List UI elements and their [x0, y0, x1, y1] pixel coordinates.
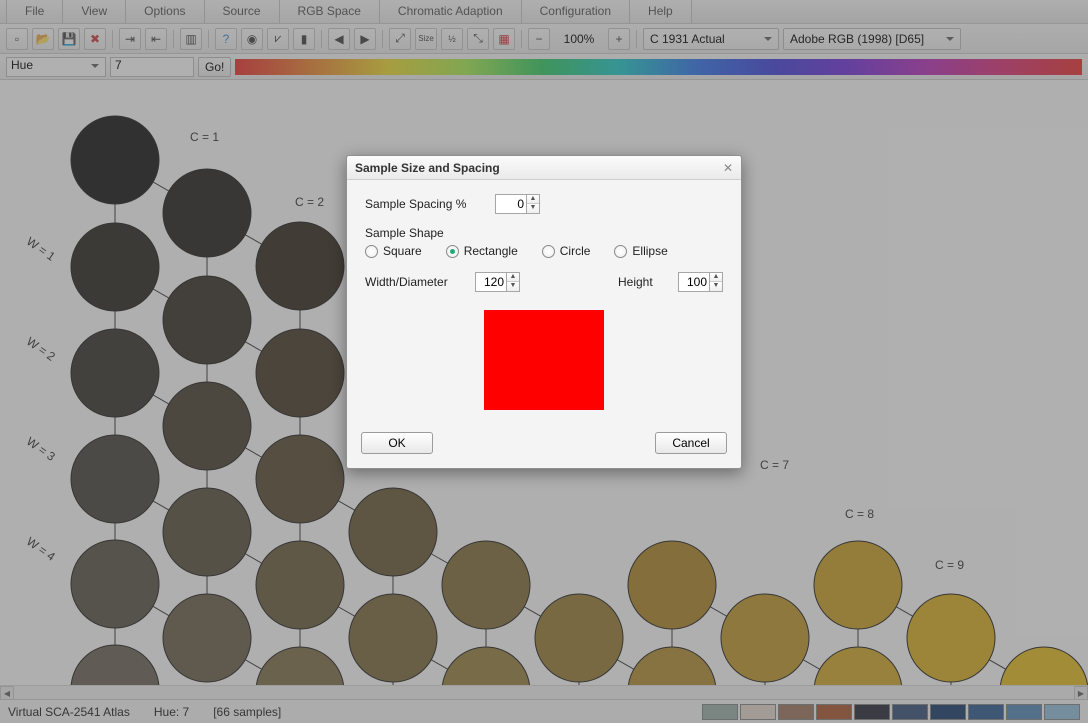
spacing-up-icon[interactable]: ▲	[527, 195, 539, 204]
height-input[interactable]	[679, 273, 709, 291]
height-up-icon[interactable]: ▲	[710, 273, 722, 282]
width-down-icon[interactable]: ▼	[507, 282, 519, 291]
ok-button[interactable]: OK	[361, 432, 433, 454]
spacing-input[interactable]	[496, 195, 526, 213]
spacing-down-icon[interactable]: ▼	[527, 204, 539, 213]
ok-button-label: OK	[388, 436, 405, 450]
shape-rectangle-radio[interactable]	[446, 245, 459, 258]
spacing-spinner[interactable]: ▲▼	[495, 194, 540, 214]
close-icon[interactable]: ✕	[723, 161, 733, 175]
sample-size-dialog: Sample Size and Spacing ✕ Sample Spacing…	[346, 155, 742, 469]
shape-rectangle-option[interactable]: Rectangle	[446, 244, 518, 258]
shape-circle-option[interactable]: Circle	[542, 244, 591, 258]
shape-square-option[interactable]: Square	[365, 244, 422, 258]
dialog-title: Sample Size and Spacing	[355, 161, 500, 175]
modal-overlay: Sample Size and Spacing ✕ Sample Spacing…	[0, 0, 1088, 723]
width-label: Width/Diameter	[365, 275, 465, 289]
shape-ellipse-option[interactable]: Ellipse	[614, 244, 667, 258]
shape-square-radio[interactable]	[365, 245, 378, 258]
cancel-button[interactable]: Cancel	[655, 432, 727, 454]
dialog-titlebar[interactable]: Sample Size and Spacing ✕	[347, 156, 741, 180]
height-down-icon[interactable]: ▼	[710, 282, 722, 291]
height-label: Height	[618, 275, 668, 289]
shape-rectangle-text: Rectangle	[464, 244, 518, 258]
shape-circle-radio[interactable]	[542, 245, 555, 258]
shape-circle-text: Circle	[560, 244, 591, 258]
width-spinner[interactable]: ▲▼	[475, 272, 520, 292]
cancel-button-label: Cancel	[672, 436, 709, 450]
shape-square-text: Square	[383, 244, 422, 258]
width-input[interactable]	[476, 273, 506, 291]
width-up-icon[interactable]: ▲	[507, 273, 519, 282]
sample-preview	[484, 310, 604, 410]
shape-ellipse-radio[interactable]	[614, 245, 627, 258]
spacing-label: Sample Spacing %	[365, 197, 485, 211]
shape-label: Sample Shape	[365, 226, 444, 240]
shape-ellipse-text: Ellipse	[632, 244, 667, 258]
height-spinner[interactable]: ▲▼	[678, 272, 723, 292]
